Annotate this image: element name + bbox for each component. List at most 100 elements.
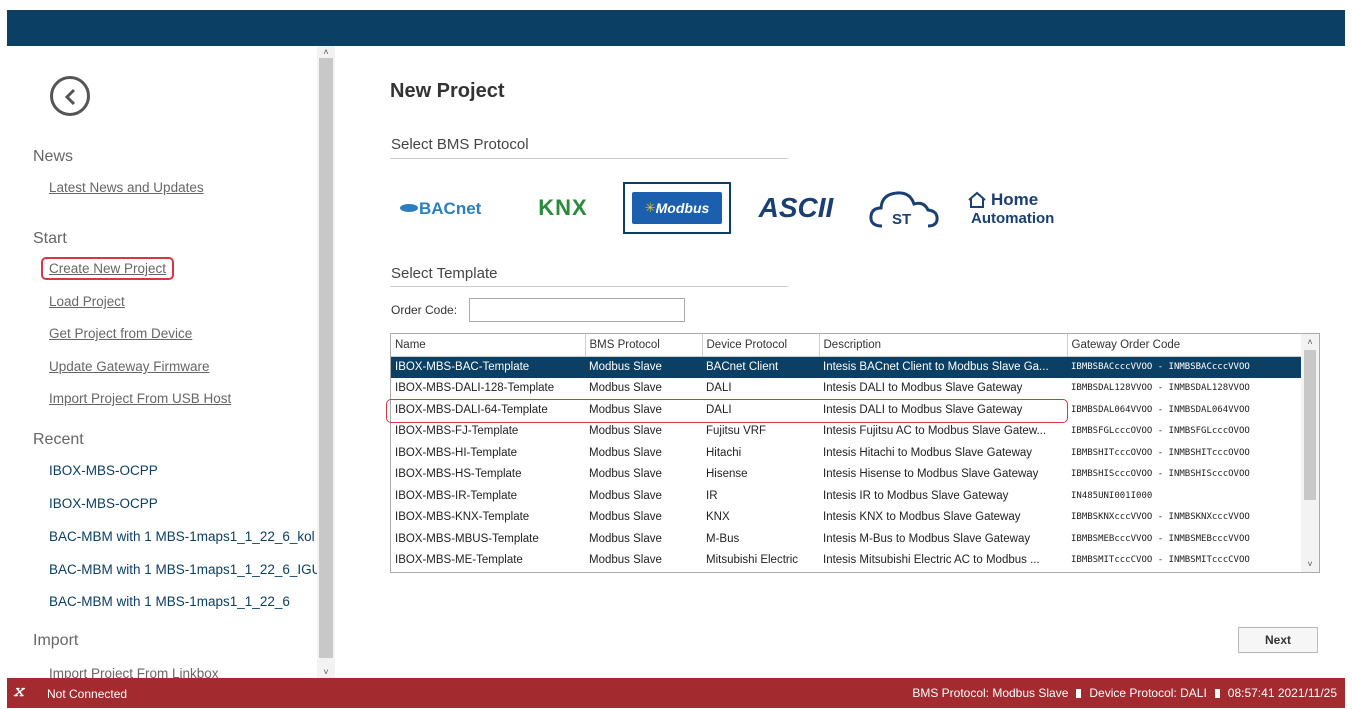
order-code-input[interactable] <box>469 298 685 322</box>
table-cell: IBOX-MBS-KNX-Template <box>395 511 530 524</box>
bacnet-logo-icon: BACnet <box>400 199 482 218</box>
select-bms-heading: Select BMS Protocol <box>391 136 529 153</box>
column-header-bms-protocol[interactable]: BMS Protocol <box>585 334 703 357</box>
table-cell: IBOX-MBS-HS-Template <box>395 468 522 481</box>
table-cell: Intesis Hisense to Modbus Slave Gateway <box>823 468 1039 481</box>
divider <box>390 286 788 287</box>
link-update-gateway-firmware[interactable]: Update Gateway Firmware <box>49 359 210 374</box>
table-cell: Modbus Slave <box>589 425 662 438</box>
chevron-down-icon[interactable]: ˅ <box>1303 558 1317 570</box>
table-row[interactable]: IBOX-MBS-HS-Template Modbus Slave Hisense I… <box>391 464 1303 486</box>
chevron-up-icon[interactable]: ˄ <box>319 46 333 58</box>
table-cell: IR <box>706 489 718 502</box>
table-row[interactable]: IBOX-MBS-DALI-128-Template Modbus Slave DA… <box>391 378 1303 400</box>
link-create-new-project[interactable]: Create New Project <box>41 257 175 280</box>
table-row[interactable]: IBOX-MBS-HI-Template Modbus Slave Hitachi I… <box>391 442 1303 464</box>
cloud-st-icon: ST <box>869 191 939 228</box>
chevron-down-icon[interactable]: ˅ <box>319 666 333 678</box>
highlight-box <box>386 399 1068 423</box>
protocol-label: BACnet <box>419 199 482 218</box>
protocol-ascii[interactable]: ASCII <box>750 182 842 234</box>
chevron-left-icon <box>64 88 76 106</box>
table-row[interactable]: IBOX-MBS-KNX-Template Modbus Slave KNX Inte… <box>391 507 1303 529</box>
table-cell: Modbus Slave <box>589 511 662 524</box>
table-cell: IBOX-MBS-DALI-128-Template <box>395 382 555 395</box>
next-button[interactable]: Next <box>1238 627 1318 653</box>
link-latest-news[interactable]: Latest News and Updates <box>49 180 204 195</box>
table-cell: BACnet Client <box>702 356 819 378</box>
protocol-modbus[interactable]: ✳ Modbus <box>623 182 731 234</box>
scrollbar-thumb[interactable] <box>319 58 333 658</box>
protocol-label: ST <box>892 211 911 228</box>
connection-status: Not Connected <box>47 687 128 701</box>
separator-icon <box>1214 689 1220 698</box>
status-bar: 𝚡 Not Connected BMS Protocol: Modbus Sla… <box>7 678 1345 708</box>
table-row[interactable]: IBOX-MBS-FJ-Template Modbus Slave Fujitsu … <box>391 421 1303 443</box>
table-cell: Intesis DALI to Modbus Slave Gateway <box>823 382 1023 395</box>
table-row[interactable]: IBOX-MBS-IR-Template Modbus Slave IR Intesi… <box>391 485 1303 507</box>
back-button[interactable] <box>50 76 90 116</box>
protocol-label: Modbus <box>655 200 710 216</box>
sidebar-scrollbar[interactable]: ˄ ˅ <box>317 46 335 678</box>
chevron-up-icon[interactable]: ˄ <box>1303 336 1317 348</box>
protocol-home-automation[interactable]: Home Automation <box>967 182 1077 234</box>
table-cell: IBOX-MBS-BAC-Template <box>391 356 585 378</box>
recent-item[interactable]: BAC-MBM with 1 MBS-1maps1_1_22_6_kol <box>49 529 315 544</box>
table-cell: IBMBSMITcccCVOO - INMBSMITcccCVOO <box>1071 555 1250 566</box>
table-cell: Intesis Fujitsu AC to Modbus Slave Gatew… <box>823 425 1047 438</box>
protocol-label: Home <box>991 189 1039 209</box>
modbus-logo-icon: ✳ Modbus <box>632 192 722 224</box>
table-cell: IBMBSDAL128VVOO - INMBSDAL128VVOO <box>1071 383 1250 394</box>
table-row[interactable]: IBOX-MBS-BAC-Template Modbus Slave BACnet … <box>391 356 1303 378</box>
table-cell: IBMBSMEBcccVVOO - INMBSMEBcccVVOO <box>1071 533 1250 544</box>
recent-item[interactable]: BAC-MBM with 1 MBS-1maps1_1_22_6 <box>49 594 290 609</box>
table-cell: IBMBSDAL064VVOO - INMBSDAL064VVOO <box>1071 404 1250 415</box>
link-import-from-linkbox[interactable]: Import Project From Linkbox <box>49 666 219 678</box>
table-cell: IBOX-MBS-MBUS-Template <box>395 532 539 545</box>
column-header-description[interactable]: Description <box>819 334 1068 357</box>
separator-icon <box>1076 689 1082 698</box>
link-import-from-usb[interactable]: Import Project From USB Host <box>49 391 231 406</box>
section-start: Start <box>33 230 67 247</box>
table-cell: Intesis Mitsubishi Electric AC to Modbus… <box>823 554 1040 567</box>
table-cell: Intesis M-Bus to Modbus Slave Gateway <box>823 532 1031 545</box>
table-cell: IBMBSFGLcccOVOO - INMBSFGLcccOVOO <box>1071 426 1250 437</box>
column-header-name[interactable]: Name <box>391 334 586 357</box>
protocol-label: Automation <box>971 209 1055 227</box>
table-row[interactable]: IBOX-MBS-ME-Template Modbus Slave Mitsubis… <box>391 550 1303 572</box>
link-get-project-from-device[interactable]: Get Project from Device <box>49 326 192 341</box>
disconnected-icon: 𝚡 <box>13 683 25 700</box>
status-details: BMS Protocol: Modbus Slave Device Protoco… <box>912 686 1337 700</box>
table-scrollbar[interactable]: ˄ ˅ <box>1301 334 1319 572</box>
table-cell: Intesis IR to Modbus Slave Gateway <box>823 489 1009 502</box>
table-cell: IBMBSKNXcccVVOO - INMBSKNXcccVVOO <box>1071 512 1250 523</box>
section-news: News <box>33 148 74 165</box>
scrollbar-thumb[interactable] <box>1304 350 1316 500</box>
section-import: Import <box>33 632 79 649</box>
table-cell: IBMBSBACcccVVOO - INMBSBACcccVVOO <box>1067 356 1303 378</box>
table-cell: Modbus Slave <box>589 446 662 459</box>
table-cell: DALI <box>706 382 732 395</box>
recent-item[interactable]: BAC-MBM with 1 MBS-1maps1_1_22_6_IGU <box>49 562 321 577</box>
recent-item[interactable]: IBOX-MBS-OCPP <box>49 463 158 478</box>
column-header-device-protocol[interactable]: Device Protocol <box>702 334 820 357</box>
protocol-knx[interactable]: KNX <box>528 182 598 234</box>
section-recent: Recent <box>33 431 84 448</box>
recent-item[interactable]: IBOX-MBS-OCPP <box>49 496 158 511</box>
divider <box>390 158 788 159</box>
table-cell: IBMBSHIScccOVOO - INMBSHIScccOVOO <box>1071 469 1250 480</box>
protocol-st-cloud[interactable]: ST <box>862 182 946 234</box>
title-bar <box>7 10 1345 46</box>
column-header-gateway-order-code[interactable]: Gateway Order Code <box>1067 334 1304 357</box>
table-cell: KNX <box>706 511 730 524</box>
table-cell: IBOX-MBS-FJ-Template <box>395 425 519 438</box>
table-cell: Intesis KNX to Modbus Slave Gateway <box>823 511 1021 524</box>
protocol-bacnet[interactable]: BACnet <box>395 182 515 234</box>
link-load-project[interactable]: Load Project <box>49 294 125 309</box>
status-device-protocol: Device Protocol: DALI <box>1089 686 1207 700</box>
table-row[interactable]: IBOX-MBS-MBUS-Template Modbus Slave M-Bus I… <box>391 528 1303 550</box>
table-cell: Fujitsu VRF <box>706 425 767 438</box>
table-cell: IBOX-MBS-HI-Template <box>395 446 518 459</box>
table-cell: Modbus Slave <box>585 356 702 378</box>
table-cell: IN485UNI001I000 <box>1071 490 1153 501</box>
